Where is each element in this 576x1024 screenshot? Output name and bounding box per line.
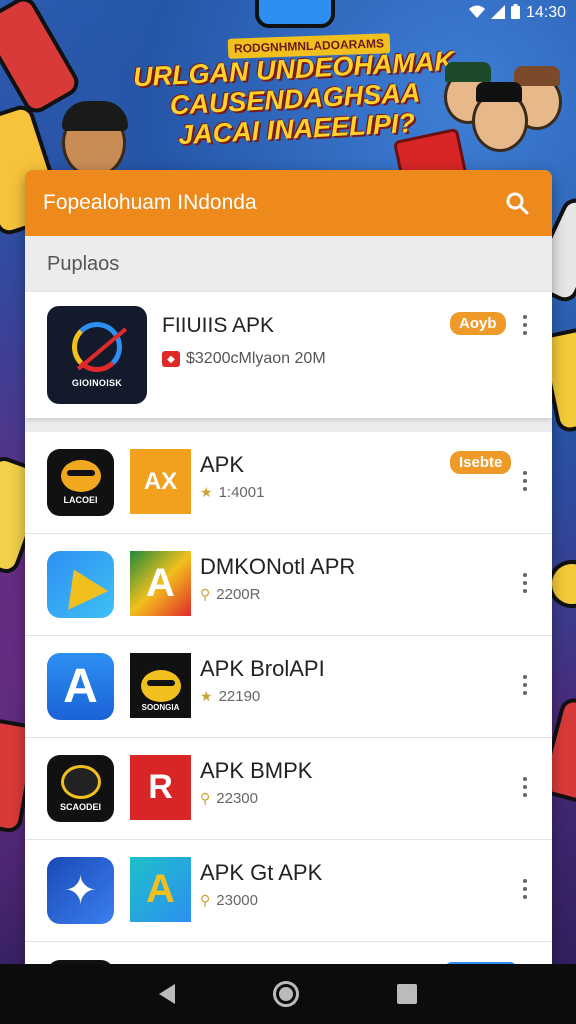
star-logo-icon: ✦: [63, 868, 98, 913]
featured-icon-caption: GIOINOISK: [71, 378, 123, 388]
recents-icon[interactable]: [397, 984, 417, 1004]
promo-banner: RODGNHMNLADOARAMS URLGAN UNDEOHAMAK CAUS…: [0, 28, 576, 197]
more-options-button[interactable]: [518, 570, 532, 596]
clock: 14:30: [525, 4, 566, 21]
featured-app-name: FIIUIIS APK: [162, 314, 275, 337]
app-meta-text: 22190: [218, 688, 261, 705]
search-small-icon: ⚲: [200, 586, 211, 602]
app-thumbnail: R: [130, 755, 191, 820]
app-icon: [47, 551, 114, 618]
featured-badge[interactable]: Aoyb: [450, 312, 506, 335]
wifi-icon: [468, 5, 485, 22]
list-item[interactable]: LACOEI AX APK ★ 1:4001 Isebte: [25, 432, 552, 534]
app-icon-caption: LACOEI: [63, 495, 98, 505]
app-meta: ⚲ 2200R: [200, 586, 260, 603]
app-name: APK Gt APK: [200, 860, 323, 885]
app-store-panel: Fopealohuam INdonda Puplaos GIOINOISK FI…: [25, 170, 552, 970]
featured-app-icon: GIOINOISK: [47, 306, 147, 404]
status-bar: 14:30: [406, 0, 576, 26]
home-icon[interactable]: [273, 981, 299, 1007]
list-item[interactable]: ✦ A APK Gt APK ⚲ 23000: [25, 840, 552, 942]
app-name: APK BrolAPI: [200, 656, 325, 681]
top-app-bar: Fopealohuam INdonda: [25, 170, 552, 236]
search-small-icon: ⚲: [200, 892, 211, 908]
app-meta: ★ 1:4001: [200, 484, 264, 501]
more-options-button[interactable]: [518, 468, 532, 494]
divider: [25, 418, 552, 432]
phone-illustration: [255, 0, 335, 28]
app-name: APK: [200, 452, 245, 477]
app-meta: ★ 22190: [200, 688, 260, 705]
app-list: LACOEI AX APK ★ 1:4001 Isebte A DMKONotl…: [25, 432, 552, 970]
cap-illustration: [476, 82, 522, 102]
star-icon: ★: [200, 688, 213, 704]
app-thumbnail: AX: [130, 449, 191, 514]
app-thumbnail: A: [130, 551, 191, 616]
app-meta: ⚲ 23000: [200, 892, 258, 909]
cap-illustration: [514, 66, 560, 86]
face-logo-icon: [60, 460, 101, 492]
more-options-button[interactable]: [518, 672, 532, 698]
list-item[interactable]: SCAODEI R APK BMPK ⚲ 22300: [25, 738, 552, 840]
search-icon: [506, 192, 529, 215]
more-options-button[interactable]: [518, 312, 532, 338]
list-item[interactable]: A DMKONotl APR ⚲ 2200R: [25, 534, 552, 636]
app-name: APK BMPK: [200, 758, 313, 783]
search-small-icon: ⚲: [200, 790, 211, 806]
list-item[interactable]: A SOONGIA APK BrolAPI ★ 22190: [25, 636, 552, 738]
logo-ring-icon: [72, 322, 122, 372]
star-icon: ★: [200, 484, 213, 500]
battery-icon: [510, 4, 520, 22]
featured-app-meta: ◆ $3200cMlyaon 20M: [162, 350, 326, 368]
app-meta-text: 23000: [216, 892, 258, 909]
cap-illustration: [445, 62, 491, 82]
more-options-button[interactable]: [518, 774, 532, 800]
app-store-icon: ◆: [162, 351, 180, 367]
search-button[interactable]: [500, 186, 534, 220]
play-triangle-icon: [53, 559, 108, 610]
app-meta-text: 1:4001: [218, 484, 265, 501]
app-icon: A: [47, 653, 114, 720]
app-meta: ⚲ 22300: [200, 790, 258, 807]
thumbnail-caption: SOONGIA: [141, 703, 180, 712]
app-thumbnail: A: [130, 857, 191, 922]
face-logo-icon: [140, 669, 181, 702]
app-icon-caption: SCAODEI: [59, 802, 101, 812]
app-badge[interactable]: Isebte: [450, 451, 512, 474]
letter-a-logo-icon: A: [63, 659, 98, 713]
system-nav-bar: [0, 964, 576, 1024]
app-thumbnail: SOONGIA: [130, 653, 191, 718]
character-illustration: [62, 101, 128, 178]
featured-app-meta-text: $3200cMlyaon 20M: [186, 350, 326, 367]
app-name: DMKONotl APR: [200, 554, 356, 579]
page-title: Fopealohuam INdonda: [43, 191, 257, 214]
app-meta-text: 2200R: [216, 586, 261, 603]
app-icon: LACOEI: [47, 449, 114, 516]
back-icon[interactable]: [159, 984, 175, 1004]
app-meta-text: 22300: [216, 790, 258, 807]
featured-app-card[interactable]: GIOINOISK FIIUIIS APK ◆ $3200cMlyaon 20M…: [25, 292, 552, 418]
section-title: Puplaos: [25, 236, 552, 292]
app-icon: SCAODEI: [47, 755, 114, 822]
app-icon: ✦: [47, 857, 114, 924]
signal-icon: [490, 4, 505, 22]
more-options-button[interactable]: [518, 876, 532, 902]
emblem-logo-icon: [60, 765, 101, 799]
